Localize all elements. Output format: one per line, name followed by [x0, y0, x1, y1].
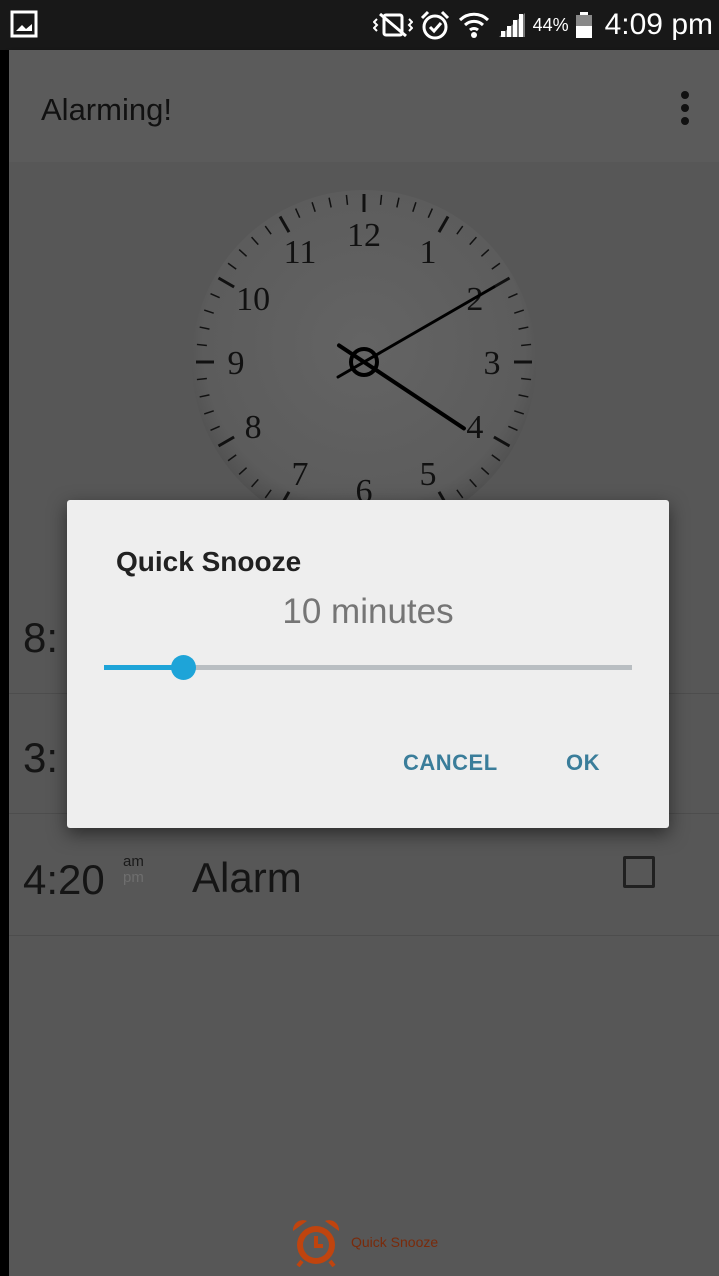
clock-tick: [521, 343, 532, 347]
clock-tick: [196, 343, 207, 347]
quick-snooze-dialog: Quick Snooze 10 minutes CANCEL OK: [67, 500, 669, 828]
alarm-enable-checkbox[interactable]: [623, 856, 655, 888]
alarm-time: 4:20: [23, 856, 105, 903]
clock-tick: [379, 194, 383, 205]
clock-numeral: 3: [484, 345, 501, 382]
gallery-icon: [10, 10, 38, 38]
status-time: 4:09 pm: [604, 8, 713, 41]
alarm-icon: [420, 10, 449, 40]
snooze-slider[interactable]: [104, 650, 632, 686]
cancel-button[interactable]: CANCEL: [403, 750, 498, 776]
alarm-label: Alarm: [192, 854, 302, 901]
clock-numeral: 12: [347, 217, 381, 254]
clock-numeral: 7: [292, 456, 309, 493]
alarm-row[interactable]: 4:20 am pm Alarm: [9, 816, 719, 936]
clock-tick: [196, 377, 207, 381]
alarm-clock-icon[interactable]: [289, 1217, 343, 1267]
battery-icon: [575, 12, 592, 38]
clock-numeral: 11: [284, 234, 317, 271]
clock-numeral: 1: [420, 234, 437, 271]
analog-clock: 121234567891011: [192, 190, 536, 534]
quick-snooze-footer[interactable]: Quick Snooze: [289, 1217, 438, 1267]
vibrate-icon: [372, 12, 413, 38]
clock-numeral: 8: [245, 409, 262, 446]
status-icons: 44% 4:09 pm: [372, 0, 719, 50]
battery-percent: 44%: [532, 14, 569, 35]
ok-button[interactable]: OK: [566, 750, 600, 776]
more-vert-icon[interactable]: [679, 90, 691, 126]
alarm-time: 8:: [23, 614, 59, 661]
dialog-title: Quick Snooze: [116, 546, 302, 577]
wifi-icon: [458, 12, 489, 38]
alarm-time: 3:: [23, 734, 59, 781]
quick-snooze-label[interactable]: Quick Snooze: [351, 1234, 438, 1250]
clock-tick: [521, 377, 532, 381]
slider-thumb[interactable]: [171, 655, 197, 680]
status-bar: 44% 4:09 pm: [0, 0, 719, 50]
clock-tick: [345, 194, 349, 205]
clock-numeral: 10: [236, 281, 270, 318]
app-title: Alarming!: [41, 92, 172, 127]
app-bar: Alarming!: [9, 50, 719, 162]
snooze-value: 10 minutes: [282, 592, 454, 631]
clock-numeral: 9: [228, 345, 245, 382]
clock-numeral: 4: [466, 409, 483, 446]
pm-label[interactable]: pm: [123, 870, 144, 886]
am-label[interactable]: am: [123, 853, 144, 870]
signal-icon: [498, 13, 525, 37]
am-pm-toggle[interactable]: am pm: [123, 854, 144, 886]
clock-numeral: 5: [420, 456, 437, 493]
